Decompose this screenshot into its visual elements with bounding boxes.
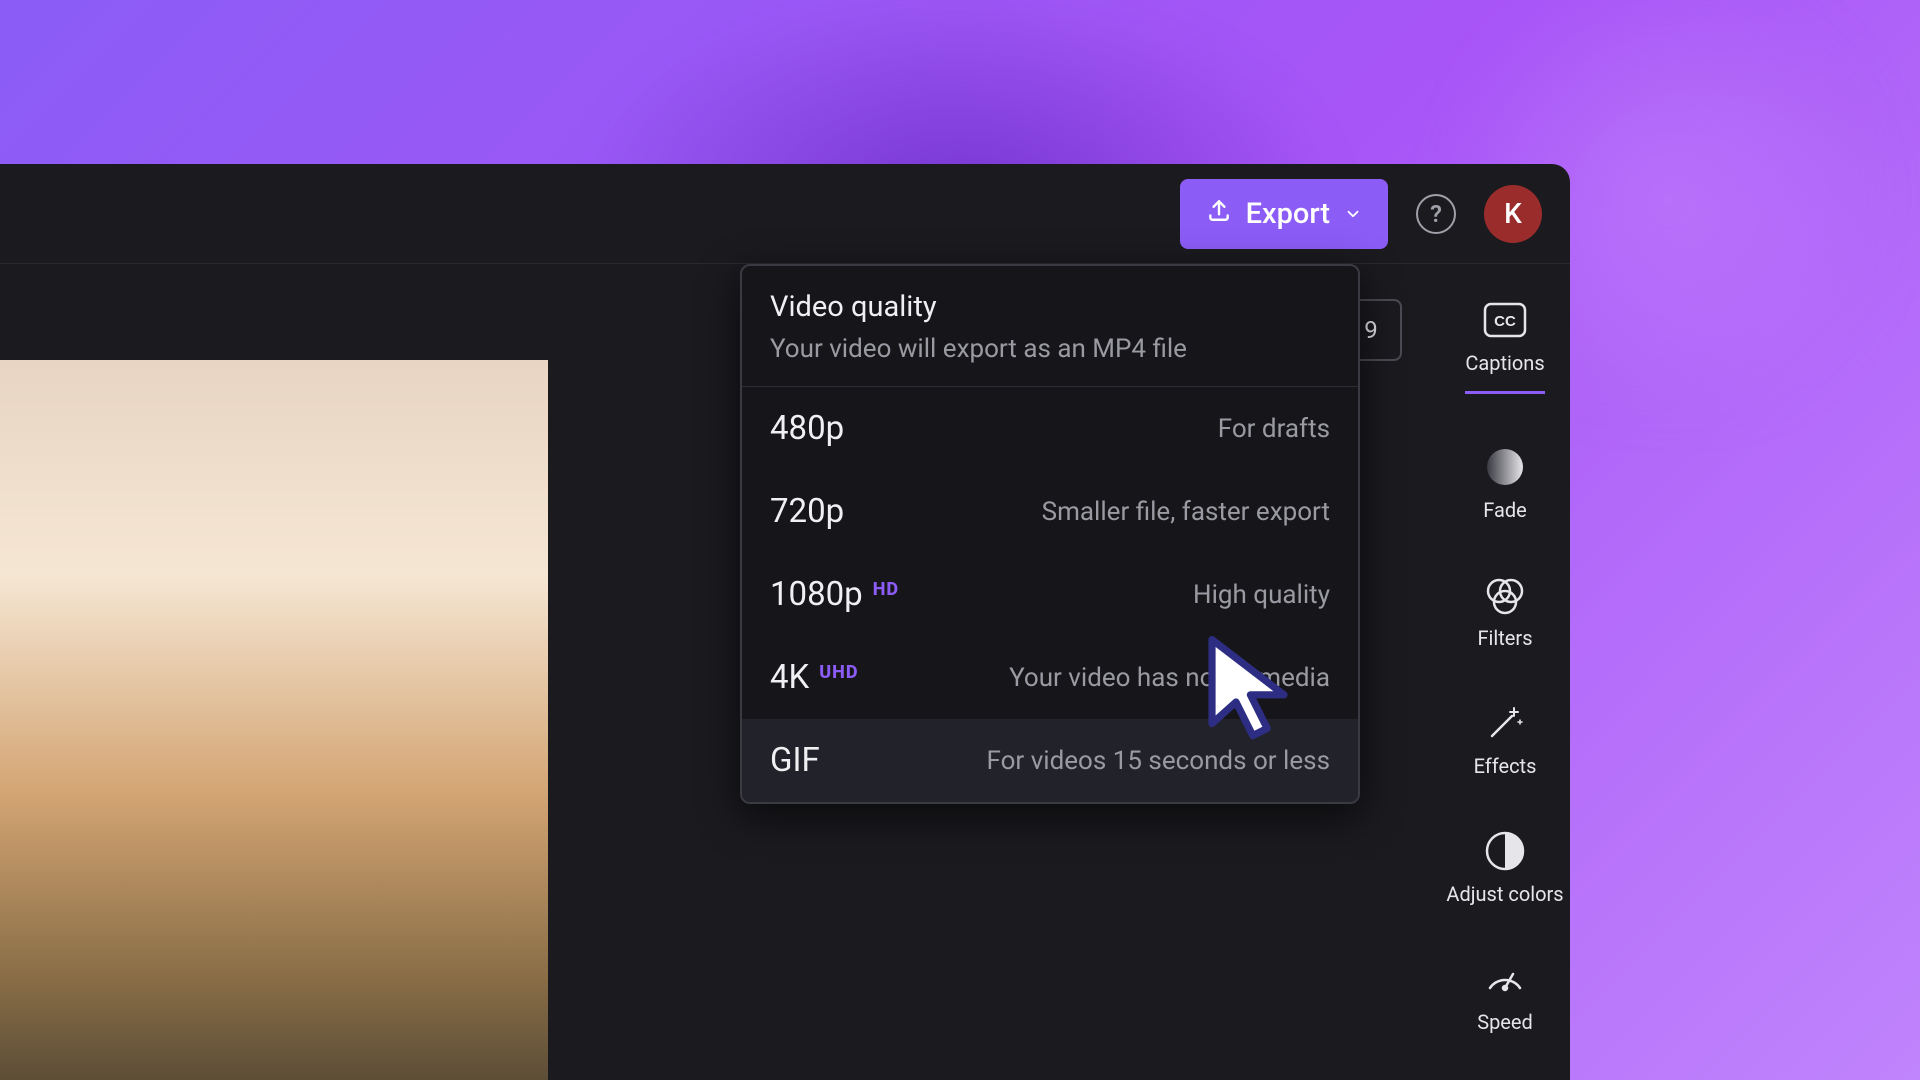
option-description: For drafts xyxy=(1218,414,1330,444)
quality-option-720p[interactable]: 720p Smaller file, faster export xyxy=(742,470,1358,553)
option-label: 720p xyxy=(770,492,844,531)
svg-text:CC: CC xyxy=(1494,313,1516,330)
export-button-label: Export xyxy=(1246,197,1330,231)
dropdown-subtitle: Your video will export as an MP4 file xyxy=(770,334,1330,364)
dropdown-title: Video quality xyxy=(770,290,1330,324)
effects-icon xyxy=(1482,702,1528,744)
rail-item-label: Adjust colors xyxy=(1446,882,1563,906)
option-left: 4K UHD xyxy=(770,658,859,697)
quality-option-480p[interactable]: 480p For drafts xyxy=(742,387,1358,470)
option-label: 480p xyxy=(770,409,844,448)
help-button[interactable]: ? xyxy=(1416,194,1456,234)
option-label: GIF xyxy=(770,741,820,780)
option-left: 480p xyxy=(770,409,844,448)
quality-option-4k[interactable]: 4K UHD Your video has no 4K media xyxy=(742,636,1358,719)
aspect-ratio-value: 9 xyxy=(1364,316,1378,344)
option-description: Your video has no 4K media xyxy=(1009,663,1330,693)
rail-item-speed[interactable]: Speed xyxy=(1477,958,1533,1034)
rail-item-filters[interactable]: Filters xyxy=(1477,574,1532,650)
captions-icon: CC xyxy=(1482,299,1528,341)
quality-option-gif[interactable]: GIF For videos 15 seconds or less xyxy=(742,719,1358,802)
avatar-initial: K xyxy=(1504,197,1522,230)
rail-item-effects[interactable]: Effects xyxy=(1474,702,1537,778)
option-label: 4K xyxy=(770,658,809,697)
avatar[interactable]: K xyxy=(1484,185,1542,243)
option-description: For videos 15 seconds or less xyxy=(987,746,1331,776)
speed-icon xyxy=(1482,958,1528,1000)
right-tool-rail: CC Captions Fade Filters Effects Adjust color… xyxy=(1440,299,1570,1034)
rail-item-label: Effects xyxy=(1474,754,1537,778)
option-left: 720p xyxy=(770,492,844,531)
rail-item-label: Speed xyxy=(1477,1010,1533,1034)
chevron-down-icon xyxy=(1344,197,1362,231)
option-left: GIF xyxy=(770,741,820,780)
option-badge: UHD xyxy=(819,662,858,683)
rail-item-captions[interactable]: CC Captions xyxy=(1465,299,1544,394)
option-badge: HD xyxy=(873,579,899,600)
option-description: Smaller file, faster export xyxy=(1042,497,1330,527)
rail-item-label: Filters xyxy=(1477,626,1532,650)
option-left: 1080p HD xyxy=(770,575,899,614)
help-icon: ? xyxy=(1430,200,1442,228)
upload-icon xyxy=(1206,197,1232,231)
filters-icon xyxy=(1482,574,1528,616)
rail-item-label: Captions xyxy=(1465,351,1544,375)
option-label: 1080p xyxy=(770,575,863,614)
rail-item-label: Fade xyxy=(1483,498,1527,522)
fade-icon xyxy=(1482,446,1528,488)
adjust-colors-icon xyxy=(1482,830,1528,872)
video-preview[interactable] xyxy=(0,360,548,1080)
dropdown-header: Video quality Your video will export as … xyxy=(742,266,1358,387)
app-window: Export ? K 9 CC Captions Fade Filters Effect… xyxy=(0,164,1570,1080)
export-quality-dropdown: Video quality Your video will export as … xyxy=(740,264,1360,804)
topbar: Export ? K xyxy=(0,164,1570,264)
option-description: High quality xyxy=(1193,580,1330,610)
rail-item-fade[interactable]: Fade xyxy=(1482,446,1528,522)
export-button[interactable]: Export xyxy=(1180,179,1388,249)
rail-item-adjust-colors[interactable]: Adjust colors xyxy=(1446,830,1563,906)
quality-option-1080p[interactable]: 1080p HD High quality xyxy=(742,553,1358,636)
